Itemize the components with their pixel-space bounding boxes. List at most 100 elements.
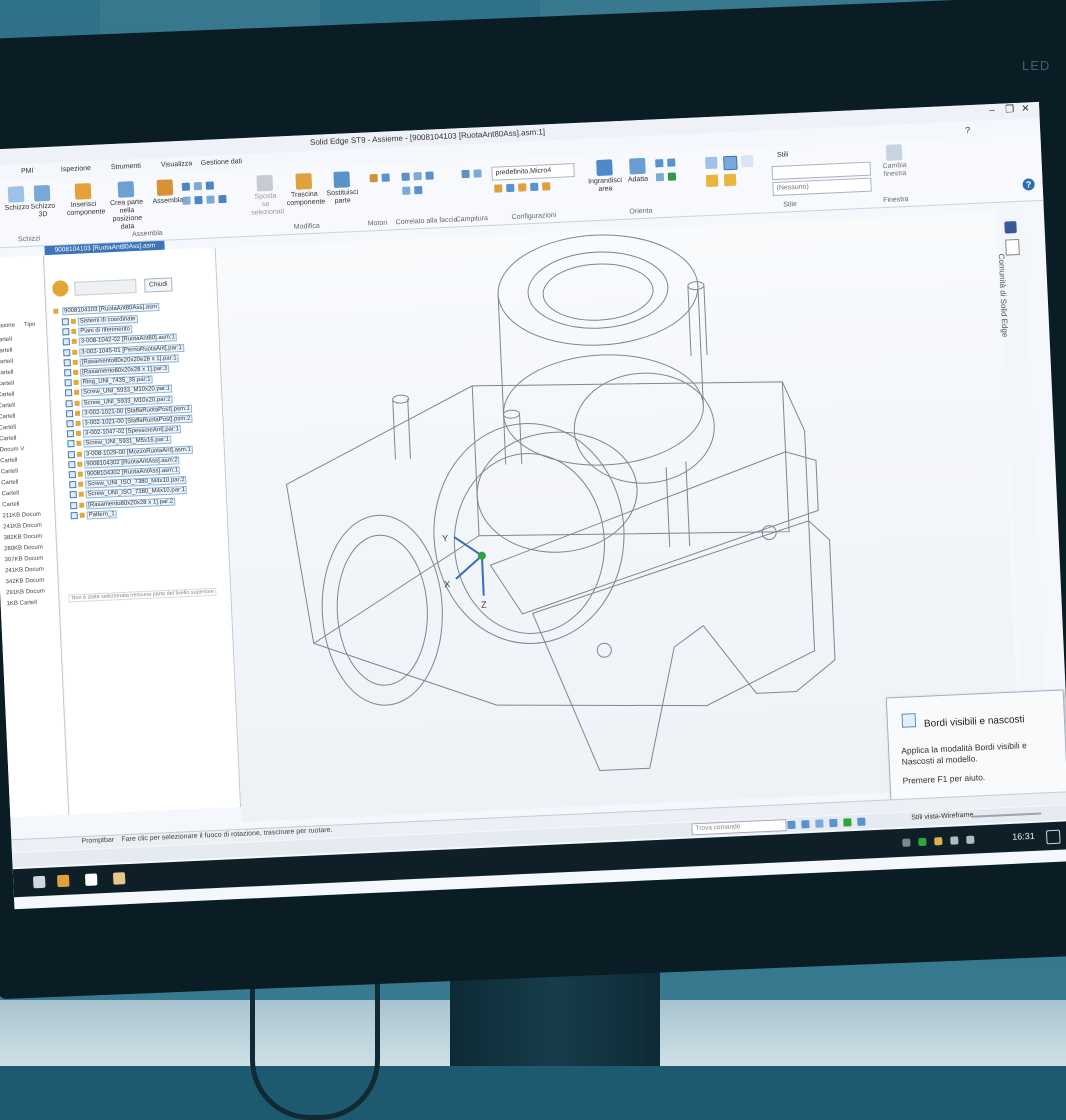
notifications-icon[interactable]: [1045, 829, 1061, 845]
tray-icon[interactable]: [902, 838, 911, 847]
file-list-row[interactable]: 382KB Docum: [4, 534, 43, 542]
assembly-tool-icon[interactable]: [206, 195, 215, 204]
visibility-checkbox[interactable]: [64, 389, 73, 397]
assembly-tool-icon[interactable]: [182, 196, 191, 205]
wireframe-style-icon[interactable]: [723, 155, 738, 171]
column-header-type[interactable]: Tipo: [24, 322, 36, 329]
tray-icon[interactable]: [918, 837, 927, 847]
file-list-row[interactable]: Cartell: [0, 425, 16, 432]
sposta-button[interactable]: Sposta se selezionati: [249, 174, 284, 217]
view-cube-icon[interactable]: [705, 156, 718, 170]
minimize-button[interactable]: –: [989, 105, 995, 116]
file-list-row[interactable]: Cartell: [0, 337, 12, 344]
tab-pmi[interactable]: PMI: [21, 168, 34, 176]
zoom-slider[interactable]: [971, 812, 1042, 818]
config-tool-icon[interactable]: [518, 183, 527, 192]
relate-icon[interactable]: [401, 172, 410, 181]
view-control-icon[interactable]: [801, 820, 810, 829]
shaded-style-icon[interactable]: [723, 173, 737, 187]
filter-input[interactable]: [74, 279, 137, 296]
config-tool-icon[interactable]: [530, 182, 539, 192]
visibility-checkbox[interactable]: [69, 481, 77, 489]
motor-icon[interactable]: [369, 173, 378, 183]
view-control-icon[interactable]: [843, 818, 852, 827]
view-cube-icon[interactable]: [741, 154, 754, 168]
file-list-row[interactable]: 307KB Docum: [5, 556, 44, 564]
file-list-row[interactable]: Cartell: [0, 414, 16, 421]
view-control-icon[interactable]: [787, 820, 796, 830]
visibility-checkbox[interactable]: [68, 460, 76, 469]
chiudi-button[interactable]: Chiudi: [144, 277, 173, 293]
crea-parte-button[interactable]: Crea parte nella posizione data: [104, 180, 150, 232]
tab-gestione-dati[interactable]: Gestione dati: [201, 158, 243, 167]
inserisci-componente-button[interactable]: Inserisci componente: [66, 183, 106, 219]
view-control-icon[interactable]: [829, 818, 838, 828]
assembly-tool-icon[interactable]: [218, 194, 227, 204]
config-select[interactable]: predefinito,Micro4: [491, 163, 575, 181]
file-list-row[interactable]: 241KB Docum: [3, 523, 42, 531]
visibility-checkbox[interactable]: [69, 491, 77, 499]
hatch-icon[interactable]: [461, 169, 470, 179]
tree-root[interactable]: 9008104103 [RuotaAnt80Ass].asm: [53, 303, 160, 317]
file-list-row[interactable]: Docum V: [0, 446, 24, 453]
file-list-row[interactable]: Cartell: [0, 381, 14, 388]
adatta-button[interactable]: Adatta: [625, 157, 650, 185]
taskbar-app-icon[interactable]: [56, 874, 70, 888]
visibility-checkbox[interactable]: [67, 440, 75, 448]
visibility-checkbox[interactable]: [63, 348, 71, 357]
config-tool-icon[interactable]: [506, 183, 515, 193]
visibility-checkbox[interactable]: [70, 511, 78, 520]
view-control-icon[interactable]: [857, 817, 866, 826]
sostituisci-parte-button[interactable]: Sostituisci parte: [325, 171, 359, 206]
hatch-icon[interactable]: [473, 169, 482, 178]
taskbar-app-icon[interactable]: [84, 873, 98, 886]
trascina-componente-button[interactable]: Trascina componente: [285, 172, 325, 209]
view-tool-icon[interactable]: [655, 173, 665, 182]
facebook-icon[interactable]: [1004, 221, 1017, 234]
help-icon[interactable]: ?: [965, 125, 970, 135]
cambia-finestra-button[interactable]: Cambia finestra: [877, 144, 913, 180]
visibility-checkbox[interactable]: [66, 420, 74, 428]
tab-strumenti[interactable]: Strumenti: [111, 163, 141, 171]
column-header-size[interactable]: ensione: [0, 323, 15, 330]
config-tool-icon[interactable]: [494, 184, 503, 193]
visibility-checkbox[interactable]: [64, 369, 72, 377]
file-list-row[interactable]: 280KB Docum: [4, 545, 43, 553]
file-list-row[interactable]: 1KB Cartell: [6, 600, 37, 607]
visibility-checkbox[interactable]: [63, 358, 71, 367]
speaker-icon[interactable]: [966, 835, 975, 844]
visibility-checkbox[interactable]: [64, 379, 72, 387]
taskbar-clock[interactable]: 16:31: [1012, 831, 1035, 842]
visibility-checkbox[interactable]: [62, 338, 70, 346]
file-list-row[interactable]: Cartell: [0, 403, 15, 410]
visibility-checkbox[interactable]: [67, 450, 76, 458]
close-button[interactable]: ✕: [1021, 103, 1030, 114]
help-icon[interactable]: ?: [1022, 178, 1035, 191]
relate-icon[interactable]: [402, 186, 411, 195]
relate-icon[interactable]: [425, 171, 434, 180]
visibility-checkbox[interactable]: [65, 399, 73, 407]
tab-ispezione[interactable]: Ispezione: [61, 165, 91, 173]
assembly-tool-icon[interactable]: [205, 181, 215, 190]
ingrandisci-area-button[interactable]: Ingrandisci area: [587, 159, 623, 195]
file-list-row[interactable]: Cartell: [0, 348, 13, 355]
style-select[interactable]: (Nessuno): [772, 177, 872, 197]
shaded-style-icon[interactable]: [705, 174, 719, 188]
motor-icon[interactable]: [381, 173, 390, 182]
network-icon[interactable]: [950, 836, 959, 845]
command-search-input[interactable]: Trova comando: [691, 819, 787, 836]
assembly-tool-icon[interactable]: [193, 181, 203, 191]
file-list-row[interactable]: Cartell: [0, 359, 13, 366]
file-list-row[interactable]: Cartell: [1, 469, 19, 476]
tree-item[interactable]: Pattern_1: [70, 510, 117, 520]
relate-icon[interactable]: [413, 171, 422, 181]
schizzo-3d-button[interactable]: Schizzo 3D: [30, 184, 55, 220]
config-tool-icon[interactable]: [542, 182, 551, 191]
file-list-row[interactable]: 211KB Docum: [3, 512, 41, 520]
file-list-row[interactable]: Cartell: [1, 480, 19, 487]
file-list-row[interactable]: Cartell: [0, 370, 14, 377]
view-tool-icon[interactable]: [667, 158, 676, 167]
tree-item[interactable]: Piani di riferimento: [62, 325, 133, 336]
file-list-row[interactable]: 241KB Docum: [5, 567, 44, 575]
view-tool-icon[interactable]: [667, 172, 677, 181]
